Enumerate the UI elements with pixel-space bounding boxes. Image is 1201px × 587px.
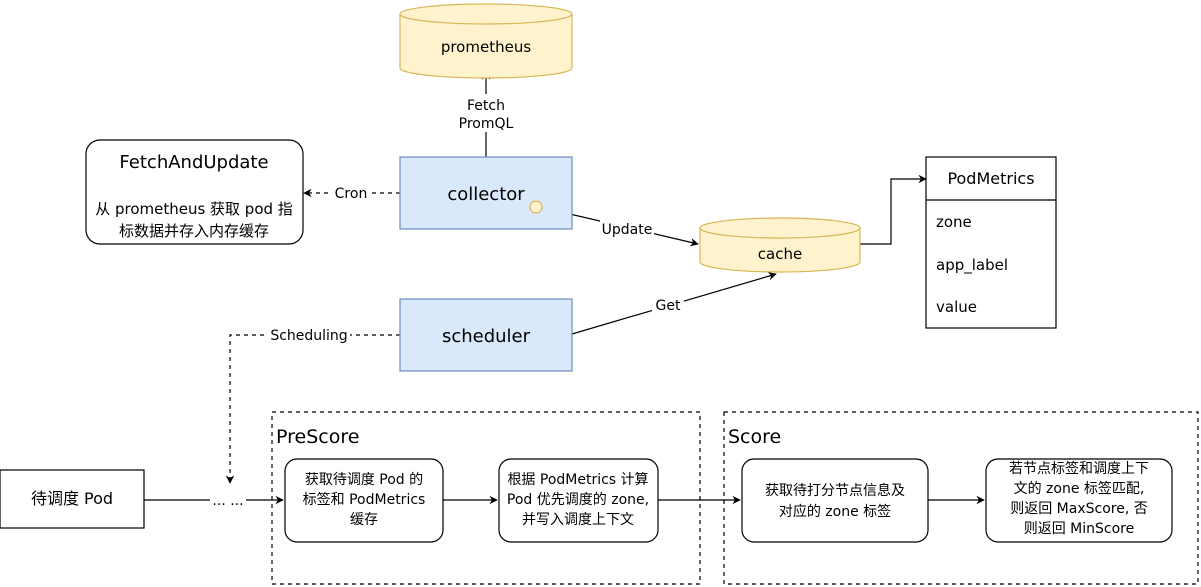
podmetrics-table[interactable]: PodMetrics zone app_label value bbox=[925, 156, 1057, 329]
ellipsis-label: ... ... bbox=[212, 493, 243, 509]
score-step2-line: 则返回 MinScore bbox=[1024, 521, 1135, 537]
score-step2-line: 则返回 MaxScore, 否 bbox=[1010, 501, 1148, 517]
score-step2-node[interactable]: 若节点标签和调度上下 文的 zone 标签匹配, 则返回 MaxScore, 否… bbox=[985, 458, 1173, 543]
prescore-title: PreScore bbox=[276, 426, 359, 448]
edge-cache-podmetrics bbox=[860, 174, 927, 245]
fetch-and-update-line2: 标数据并存入内存缓存 bbox=[119, 222, 269, 240]
pending-pod-label: 待调度 Pod bbox=[31, 489, 113, 508]
prometheus-label: prometheus bbox=[441, 38, 532, 56]
podmetrics-field: value bbox=[936, 298, 977, 316]
prescore-step2-node[interactable]: 根据 PodMetrics 计算 Pod 优先调度的 zone, 并写入调度上下… bbox=[498, 458, 659, 543]
fetch-and-update-node[interactable]: FetchAndUpdate 从 prometheus 获取 pod 指 标数据… bbox=[85, 139, 304, 245]
edge-update-label: Update bbox=[602, 222, 653, 238]
prescore-step1-line: 标签和 PodMetrics bbox=[303, 491, 426, 508]
podmetrics-field: app_label bbox=[936, 256, 1008, 275]
score-step1-line: 获取待打分节点信息及 bbox=[765, 482, 905, 499]
prescore-step1-line: 获取待调度 Pod 的 bbox=[305, 472, 423, 488]
score-title: Score bbox=[728, 426, 781, 448]
prescore-step1-node[interactable]: 获取待调度 Pod 的 标签和 PodMetrics 缓存 bbox=[284, 458, 444, 543]
collector-port bbox=[529, 200, 543, 214]
prescore-step2-line: Pod 优先调度的 zone, bbox=[507, 492, 649, 508]
collector-label: collector bbox=[447, 184, 525, 205]
edge-scheduling-label: Scheduling bbox=[270, 328, 347, 344]
collector-node[interactable]: collector bbox=[399, 156, 573, 230]
score-step2-line: 文的 zone 标签匹配, bbox=[1014, 480, 1145, 497]
diagram-canvas: Fetch PromQL Cron Update Get Scheduling … bbox=[0, 3, 1199, 585]
score-step2-line: 若节点标签和调度上下 bbox=[1009, 460, 1149, 477]
scheduler-node[interactable]: scheduler bbox=[399, 298, 573, 372]
fetch-and-update-line1: 从 prometheus 获取 pod 指 bbox=[95, 200, 293, 218]
cache-label: cache bbox=[758, 245, 802, 263]
podmetrics-field: zone bbox=[936, 213, 972, 231]
podmetrics-title: PodMetrics bbox=[947, 169, 1034, 188]
score-step1-node[interactable]: 获取待打分节点信息及 对应的 zone 标签 bbox=[741, 458, 929, 543]
prometheus-database[interactable]: prometheus bbox=[399, 3, 573, 79]
edge-get-label: Get bbox=[656, 298, 681, 314]
scheduler-label: scheduler bbox=[442, 326, 531, 347]
score-step1-line: 对应的 zone 标签 bbox=[779, 503, 891, 520]
edge-cron-label: Cron bbox=[335, 186, 368, 202]
prescore-step2-line: 根据 PodMetrics 计算 bbox=[507, 472, 648, 488]
pending-pod-node[interactable]: 待调度 Pod bbox=[0, 469, 145, 529]
edge-fetch-label-1: Fetch bbox=[467, 98, 505, 114]
fetch-and-update-title: FetchAndUpdate bbox=[119, 152, 268, 173]
cache-database[interactable]: cache bbox=[699, 217, 861, 273]
prescore-step2-line: 并写入调度上下文 bbox=[522, 512, 634, 528]
edge-fetch-label-2: PromQL bbox=[459, 116, 514, 132]
prescore-step1-line: 缓存 bbox=[350, 512, 378, 528]
